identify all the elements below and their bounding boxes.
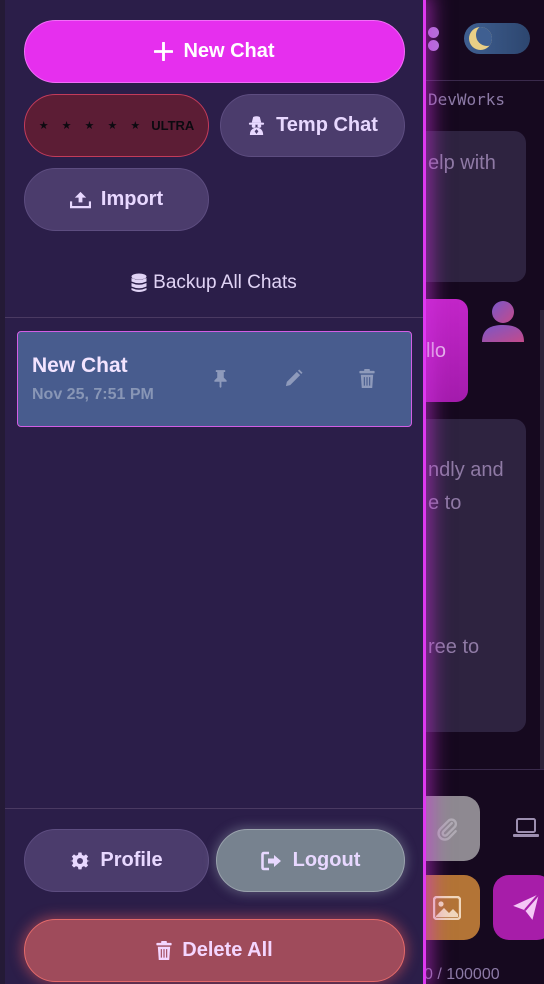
section-divider <box>5 317 423 318</box>
pencil-icon <box>285 368 303 386</box>
message-text: ndly and <box>428 459 504 481</box>
logout-label: Logout <box>292 849 361 871</box>
star-rating: ★ ★ ★ ★ ★ <box>38 120 146 132</box>
moon-icon <box>469 27 492 50</box>
delete-all-button[interactable]: Delete All <box>24 919 405 982</box>
pin-button[interactable] <box>208 366 232 390</box>
message-text: elp with <box>428 152 496 174</box>
brand-name: DevWorks <box>428 90 506 109</box>
chat-title: New Chat <box>32 354 128 377</box>
message-text: ree to <box>428 636 480 658</box>
delete-chat-button[interactable] <box>355 366 379 390</box>
send-button[interactable] <box>493 875 544 940</box>
pin-icon <box>213 369 227 388</box>
scrollbar[interactable] <box>540 310 544 770</box>
profile-label: Profile <box>100 849 163 871</box>
backup-all-chats-link[interactable]: Backup All Chats <box>5 272 423 294</box>
send-icon <box>513 893 540 920</box>
plus-icon <box>154 42 174 61</box>
temp-chat-button[interactable]: Temp Chat <box>220 94 405 157</box>
message-text: llo <box>426 340 447 362</box>
temp-chat-label: Temp Chat <box>276 114 378 136</box>
ultra-label: ULTRA <box>151 118 195 133</box>
message-text: e to <box>428 492 462 514</box>
upload-icon <box>69 191 91 209</box>
section-divider <box>5 808 423 809</box>
database-icon <box>131 273 147 292</box>
import-button[interactable]: Import <box>24 168 209 231</box>
header-divider <box>426 80 544 81</box>
sidebar-drawer: New Chat ★ ★ ★ ★ ★ ULTRA Temp Chat Impor… <box>0 0 426 984</box>
trash-icon <box>359 368 375 388</box>
logout-button[interactable]: Logout <box>216 829 405 892</box>
laptop-icon[interactable] <box>513 817 539 839</box>
footer-divider <box>426 769 544 770</box>
image-icon <box>433 896 461 920</box>
menu-dots-icon[interactable] <box>426 27 439 53</box>
gear-icon <box>70 852 91 869</box>
backup-label: Backup All Chats <box>153 272 297 293</box>
edit-chat-button[interactable] <box>281 366 305 390</box>
paperclip-icon <box>437 818 458 841</box>
logout-icon <box>260 851 281 870</box>
profile-button[interactable]: Profile <box>24 829 209 892</box>
delete-all-label: Delete All <box>182 939 273 961</box>
new-chat-button[interactable]: New Chat <box>24 20 405 83</box>
ultra-button[interactable]: ★ ★ ★ ★ ★ ULTRA <box>24 94 209 157</box>
char-counter: 0 / 100000 <box>424 966 500 983</box>
new-chat-label: New Chat <box>183 40 275 62</box>
trash-icon <box>156 941 172 960</box>
import-label: Import <box>100 188 164 210</box>
incognito-icon <box>248 116 265 135</box>
user-avatar-icon <box>482 301 524 342</box>
theme-toggle[interactable] <box>464 23 530 54</box>
chat-timestamp: Nov 25, 7:51 PM <box>32 386 154 403</box>
chat-list-item[interactable]: New Chat Nov 25, 7:51 PM <box>17 331 412 427</box>
